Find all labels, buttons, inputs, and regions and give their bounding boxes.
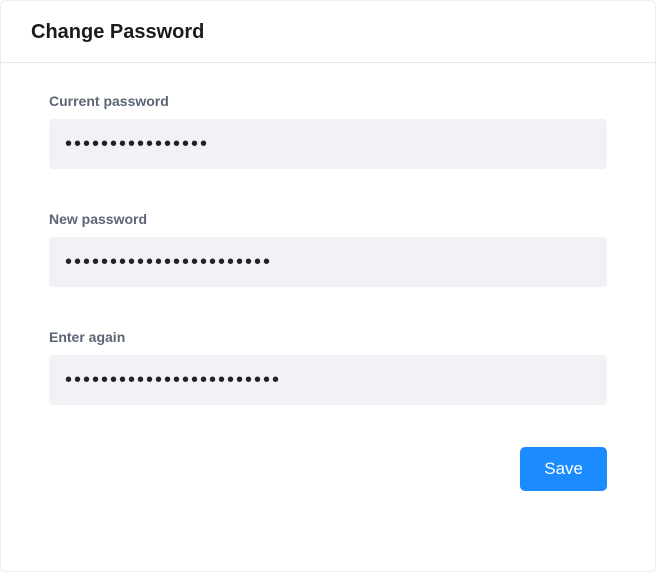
save-button[interactable]: Save — [520, 447, 607, 491]
current-password-input[interactable] — [49, 119, 607, 169]
confirm-password-input[interactable] — [49, 355, 607, 405]
card-title: Change Password — [1, 1, 655, 63]
confirm-password-label: Enter again — [49, 329, 607, 345]
current-password-group: Current password — [49, 93, 607, 169]
new-password-label: New password — [49, 211, 607, 227]
card-body: Current password New password Enter agai… — [1, 63, 655, 511]
current-password-label: Current password — [49, 93, 607, 109]
actions-bar: Save — [49, 447, 607, 491]
confirm-password-group: Enter again — [49, 329, 607, 405]
new-password-input[interactable] — [49, 237, 607, 287]
new-password-group: New password — [49, 211, 607, 287]
change-password-card: Change Password Current password New pas… — [0, 0, 656, 572]
